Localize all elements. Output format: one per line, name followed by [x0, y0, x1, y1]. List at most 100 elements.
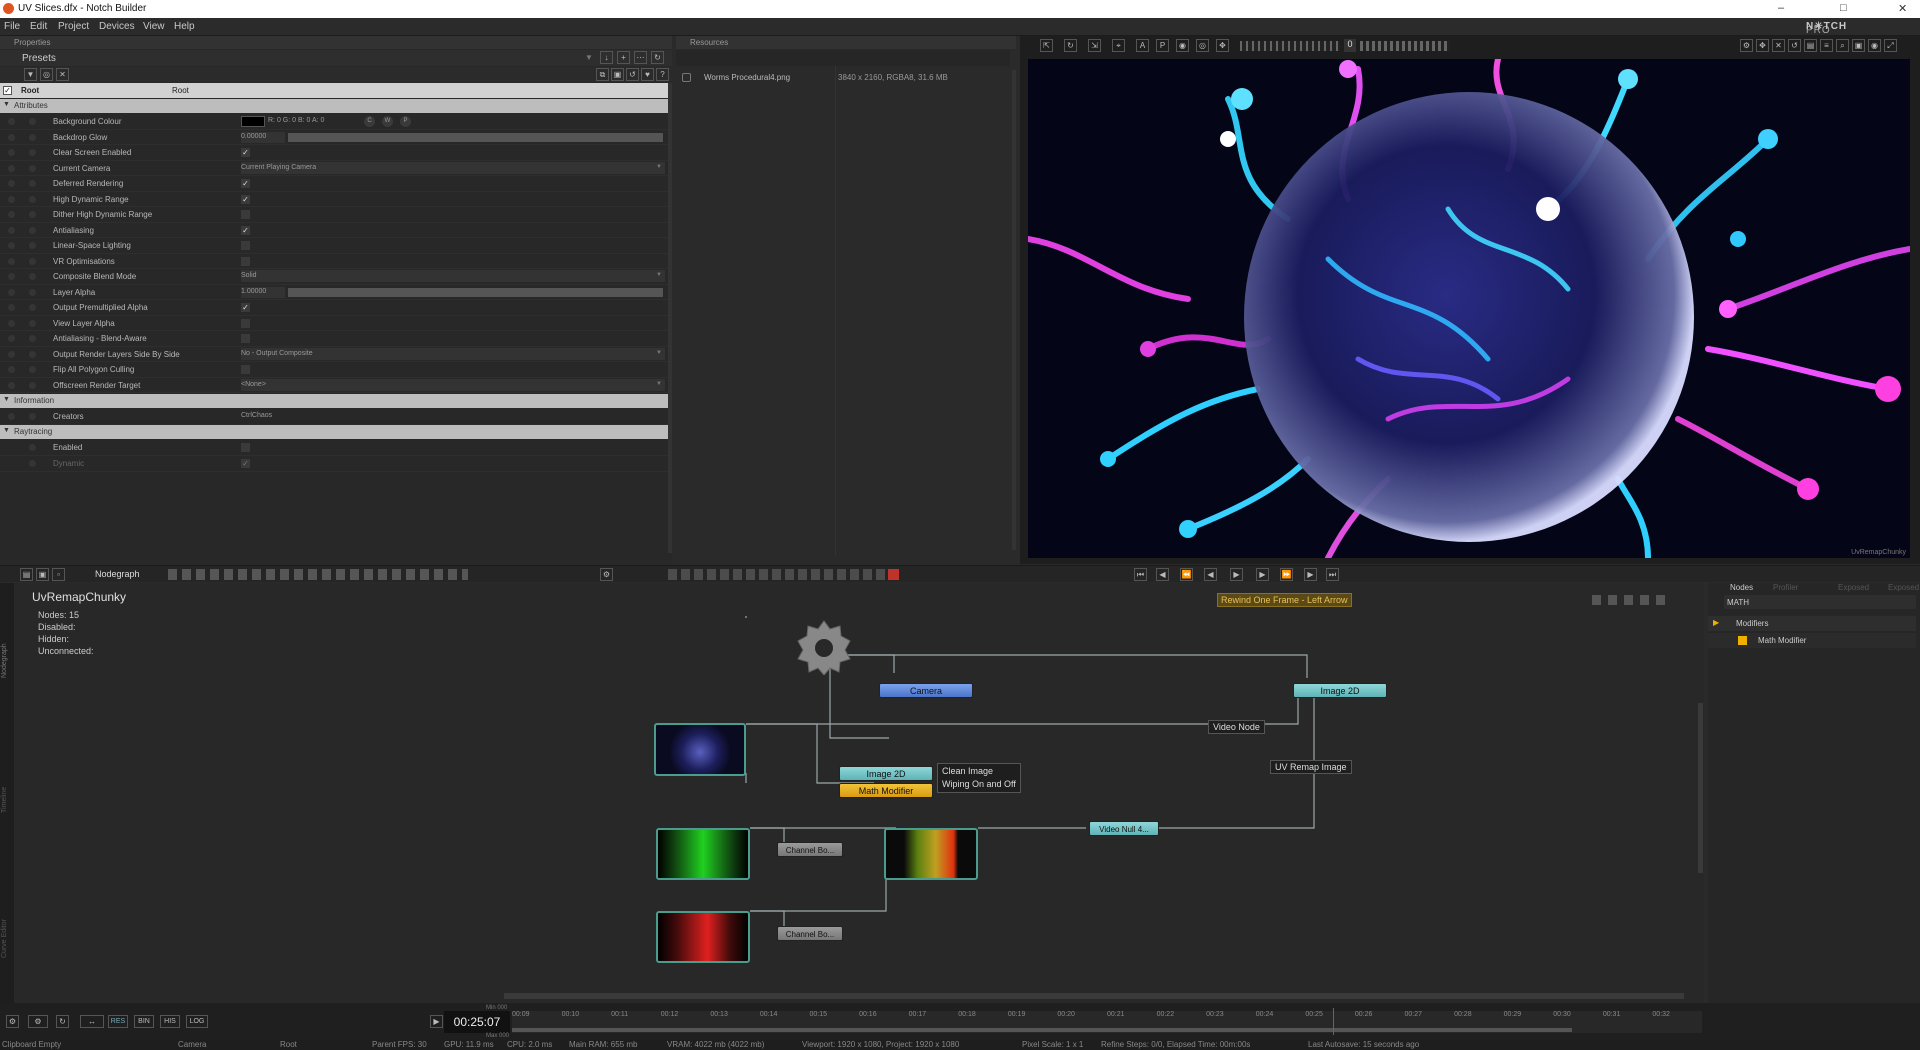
link-dot-icon[interactable]: [29, 319, 36, 327]
aa-tool-icon[interactable]: A: [1136, 39, 1149, 52]
copy-icon[interactable]: ⧉: [596, 68, 609, 81]
undo-view-icon[interactable]: ↺: [1788, 39, 1801, 52]
pages-icon[interactable]: ▫: [52, 568, 65, 581]
timeline-marker-icon[interactable]: ▶: [430, 1015, 443, 1028]
anim-dot-icon[interactable]: [8, 335, 15, 342]
anim-dot-icon[interactable]: [8, 242, 15, 249]
more-icon[interactable]: ⋯: [634, 51, 647, 64]
link-dot-icon[interactable]: [29, 257, 36, 265]
nodegraph-tool-icons[interactable]: [168, 569, 468, 580]
resources-search[interactable]: [676, 50, 1010, 66]
anim-dot-icon[interactable]: [8, 273, 15, 280]
color-mode-button[interactable]: W: [382, 116, 393, 127]
anim-dot-icon[interactable]: [8, 319, 15, 327]
exposed-tab-2[interactable]: Exposed: [1888, 583, 1919, 592]
rewind-frame-button[interactable]: ◀: [1204, 568, 1217, 581]
step-back-icon[interactable]: ◀: [1156, 568, 1169, 581]
add-icon[interactable]: +: [617, 51, 630, 64]
minimize-button[interactable]: –: [1778, 2, 1784, 14]
current-time-display[interactable]: 00:25:07: [444, 1011, 510, 1033]
skip-end-icon[interactable]: ⏭: [1326, 568, 1339, 581]
link-dot-icon[interactable]: [29, 226, 36, 234]
link-dot-icon[interactable]: [29, 133, 36, 141]
maximize-button[interactable]: □: [1840, 2, 1847, 14]
attribute-checkbox[interactable]: ✓: [241, 303, 250, 312]
link-dot-icon[interactable]: [29, 350, 36, 358]
attribute-slider[interactable]: [288, 132, 663, 142]
creators-value[interactable]: CtrlChaos: [241, 412, 272, 419]
record-icon[interactable]: [888, 569, 899, 580]
viewport-settings-icon[interactable]: ⚙: [1740, 39, 1753, 52]
fast-forward-icon[interactable]: ⏩: [1280, 568, 1293, 581]
side-tab-timeline[interactable]: Timeline: [1, 787, 8, 813]
link-dot-icon[interactable]: [29, 164, 36, 172]
list-icon[interactable]: ≡: [1820, 39, 1833, 52]
anim-dot-icon[interactable]: [8, 164, 15, 172]
link-dot-icon[interactable]: [29, 381, 36, 389]
raytracing-dynamic-checkbox[interactable]: ✓: [241, 459, 250, 468]
nodegraph-hscrollbar[interactable]: [504, 993, 1684, 999]
paste-icon[interactable]: ▣: [611, 68, 624, 81]
link-dot-icon[interactable]: [29, 366, 36, 373]
side-tab-curve-editor[interactable]: Curve Editor: [1, 919, 8, 958]
nodegraph-settings-icon[interactable]: ⚙: [600, 568, 613, 581]
menu-view[interactable]: View: [143, 21, 165, 32]
attribute-checkbox[interactable]: [241, 210, 250, 219]
anim-dot-icon[interactable]: [8, 288, 15, 296]
link-dot-icon[interactable]: [29, 211, 36, 218]
timeline-range-bar[interactable]: [512, 1028, 1572, 1032]
raytracing-enabled-checkbox[interactable]: [241, 443, 250, 452]
link-dot-icon[interactable]: [29, 118, 36, 125]
presets-dropdown-icon[interactable]: ▼: [585, 53, 593, 62]
anim-dot-icon[interactable]: [8, 350, 15, 358]
nodes-tab[interactable]: Nodes: [1730, 583, 1753, 592]
channel-bo-node-2[interactable]: Channel Bo...: [777, 926, 843, 941]
skip-start-icon[interactable]: ⏮: [1134, 568, 1147, 581]
resource-item[interactable]: Worms Procedural4.png 3840 x 2160, RGBA8…: [676, 70, 1010, 86]
his-button[interactable]: HIS: [160, 1015, 180, 1028]
attribute-dropdown[interactable]: [241, 270, 665, 282]
timeline-nudge-icon[interactable]: ↔: [80, 1015, 104, 1028]
attribute-checkbox[interactable]: [241, 241, 250, 250]
anim-dot-icon[interactable]: [8, 304, 15, 311]
layout-icon[interactable]: ▤: [1804, 39, 1817, 52]
green-gradient-thumbnail[interactable]: [656, 828, 750, 880]
anim-dot-icon[interactable]: [8, 118, 15, 125]
nodegraph-vscrollbar[interactable]: [1698, 703, 1703, 873]
nodegraph-tab[interactable]: Nodegraph: [95, 569, 140, 579]
link-dot-icon[interactable]: [29, 304, 36, 311]
nodes-search-field[interactable]: MATH: [1724, 595, 1916, 609]
color-swatch[interactable]: [241, 116, 265, 127]
properties-scrollbar[interactable]: [668, 83, 672, 553]
raytracing-section[interactable]: Raytracing: [0, 425, 668, 439]
play-button[interactable]: ▶: [1230, 568, 1243, 581]
attribute-checkbox[interactable]: [241, 318, 250, 328]
timeline-settings-icon[interactable]: ⚙: [6, 1015, 19, 1028]
video-node-thumbnail[interactable]: [654, 723, 746, 776]
rewind-icon[interactable]: ⏪: [1180, 568, 1193, 581]
math-modifier-item[interactable]: Math Modifier: [1708, 633, 1916, 648]
refresh-icon[interactable]: ↻: [651, 51, 664, 64]
attribute-checkbox[interactable]: [241, 256, 250, 266]
anim-dot-icon[interactable]: [8, 149, 15, 156]
menu-edit[interactable]: Edit: [30, 21, 47, 32]
exposed-tab[interactable]: Exposed: [1838, 583, 1869, 592]
pivot-tool-icon[interactable]: P: [1156, 39, 1169, 52]
red-gradient-thumbnail[interactable]: [656, 911, 750, 963]
nodegraph-canvas[interactable]: UvRemapChunky Nodes: 15 Disabled: Hidden…: [14, 583, 1704, 1003]
profiler-tab[interactable]: Profiler: [1773, 583, 1798, 592]
target-icon[interactable]: ◎: [40, 68, 53, 81]
bin-button[interactable]: BIN: [134, 1015, 154, 1028]
timeline-gear-icon[interactable]: ⚙: [28, 1015, 48, 1028]
attribute-checkbox[interactable]: ✓: [241, 179, 250, 188]
side-tab-nodegraph[interactable]: Nodegraph: [1, 643, 8, 678]
view-mode-icons[interactable]: [1360, 41, 1450, 51]
image-2d-mid-node[interactable]: Image 2D: [839, 766, 933, 781]
viewport-reading[interactable]: 0: [1344, 39, 1356, 52]
attribute-checkbox[interactable]: [241, 334, 250, 343]
local-tool-icon[interactable]: ✥: [1216, 39, 1229, 52]
properties-tab[interactable]: Properties: [0, 36, 672, 49]
anim-dot-icon[interactable]: [8, 381, 15, 389]
favourite-icon[interactable]: ♥: [641, 68, 654, 81]
video-null-node[interactable]: Video Null 4...: [1089, 821, 1159, 836]
